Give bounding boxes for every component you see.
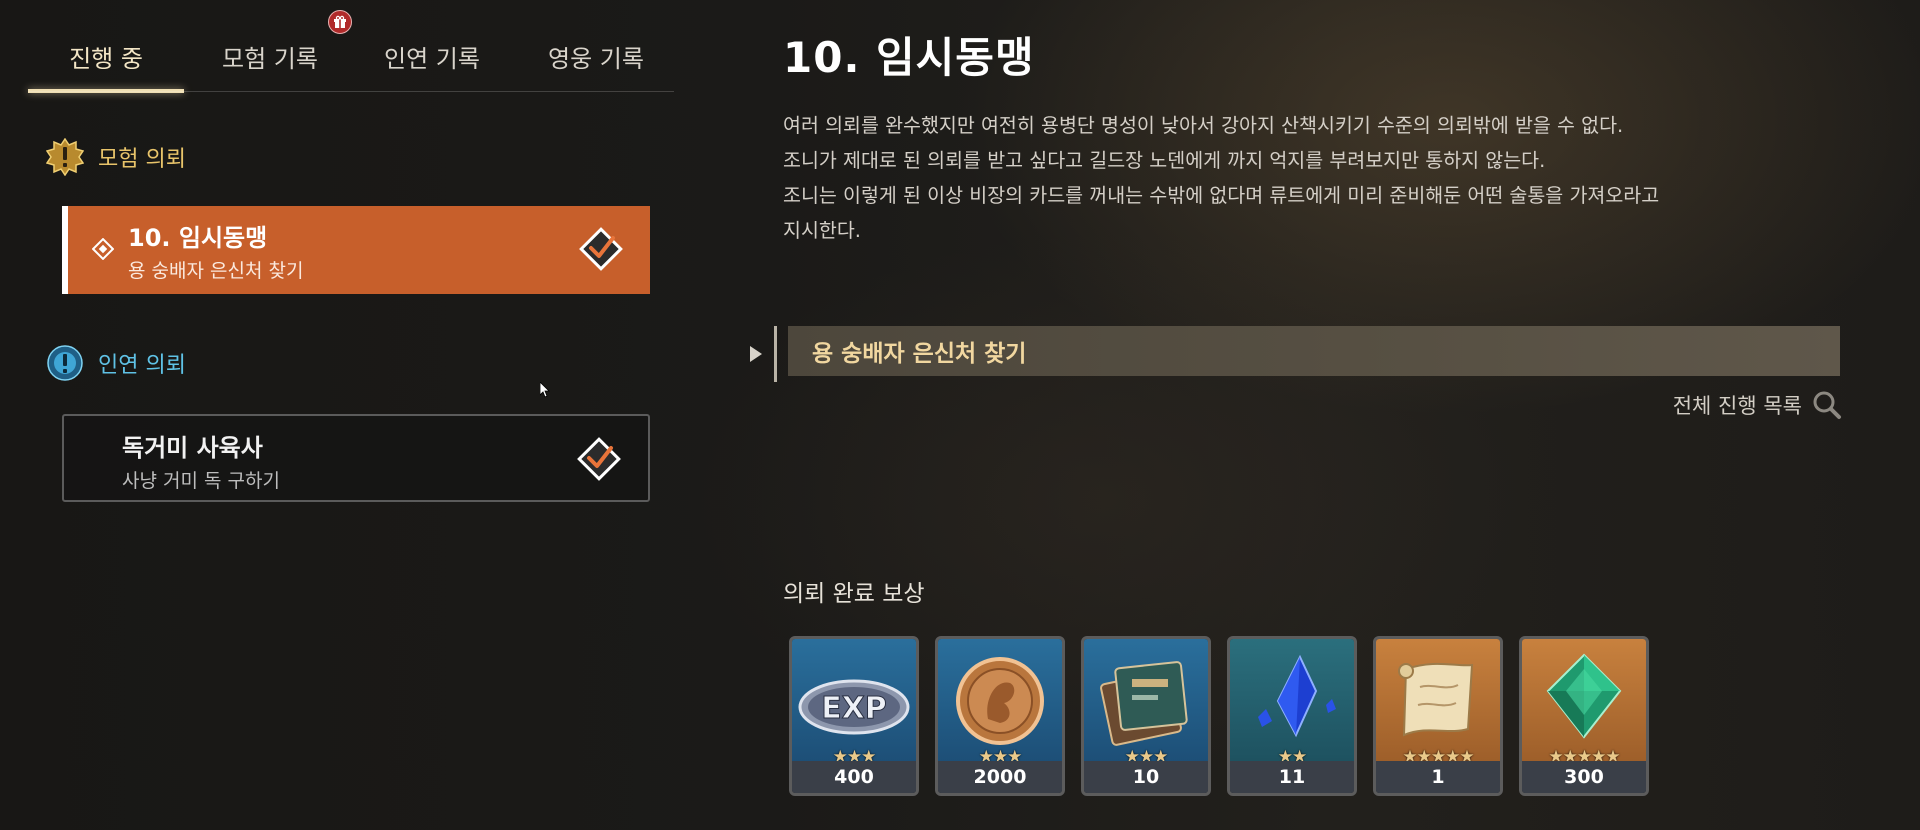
- reward-item[interactable]: ★★★★★ 300: [1519, 636, 1649, 796]
- reward-item[interactable]: ★★★ 2000: [935, 636, 1065, 796]
- adventure-alert-icon: [46, 138, 84, 176]
- tab-hero-records[interactable]: 영웅 기록: [518, 20, 674, 92]
- quest-subtitle: 사냥 거미 독 구하기: [122, 470, 280, 492]
- tab-adventure-records[interactable]: 모험 기록: [192, 20, 348, 92]
- coin-icon: [938, 639, 1062, 761]
- green-gem-icon: [1522, 639, 1646, 761]
- reward-item[interactable]: ★★ 11: [1227, 636, 1357, 796]
- rewards-heading: 의뢰 완료 보상: [783, 581, 925, 607]
- mouse-cursor-icon: [540, 382, 550, 398]
- quest-title: 10. 임시동맹: [128, 224, 268, 252]
- reward-item[interactable]: ★★★★★ 1: [1373, 636, 1503, 796]
- quest-title: 독거미 사육사: [122, 434, 263, 462]
- quest-subtitle: 용 숭배자 은신처 찾기: [128, 260, 304, 282]
- reward-item[interactable]: EXP ★★★ 400: [789, 636, 919, 796]
- bond-quest-section: 인연 의뢰: [46, 344, 186, 382]
- tabs-divider: [28, 91, 674, 92]
- play-arrow-icon: [750, 346, 762, 362]
- reward-count: 11: [1230, 761, 1354, 793]
- reward-count: 2000: [938, 761, 1062, 793]
- description-line: 조니는 이렇게 된 이상 비장의 카드를 꺼내는 수밖에 없다며 류트에게 미리…: [783, 184, 1660, 207]
- tab-label: 모험 기록: [222, 44, 318, 73]
- quest-detail-title: 10. 임시동맹: [783, 33, 1035, 82]
- objective-expand-button[interactable]: [738, 326, 777, 382]
- tab-label: 영웅 기록: [548, 44, 644, 73]
- quest-card-selected[interactable]: 10. 임시동맹 용 숭배자 은신처 찾기: [62, 206, 650, 294]
- reward-count: 300: [1522, 761, 1646, 793]
- reward-count: 400: [792, 761, 916, 793]
- full-list-label: 전체 진행 목록: [1672, 394, 1802, 418]
- quest-description: 여러 의뢰를 완수했지만 여전히 용병단 명성이 낮아서 강아지 산책시키기 수…: [783, 108, 1783, 248]
- book-icon: [1084, 639, 1208, 761]
- description-line: 지시한다.: [783, 219, 861, 242]
- section-label: 인연 의뢰: [98, 353, 186, 378]
- checkmark-icon: [577, 437, 621, 481]
- gift-icon: [328, 10, 352, 34]
- objective-label: 용 숭배자 은신처 찾기: [812, 341, 1027, 367]
- tab-bond-records[interactable]: 인연 기록: [354, 20, 510, 92]
- blue-crystal-icon: [1230, 639, 1354, 761]
- scroll-icon: [1376, 639, 1500, 761]
- svg-text:EXP: EXP: [821, 691, 887, 726]
- checkmark-icon: [579, 227, 623, 271]
- reward-count: 10: [1084, 761, 1208, 793]
- search-icon: [1813, 391, 1841, 419]
- bond-alert-icon: [46, 344, 84, 382]
- description-line: 조니가 제대로 된 의뢰를 받고 싶다고 길드장 노덴에게 까지 억지를 부려보…: [783, 149, 1546, 172]
- section-label: 모험 의뢰: [98, 147, 186, 172]
- quest-card[interactable]: 독거미 사육사 사냥 거미 독 구하기: [62, 414, 650, 502]
- tab-label: 진행 중: [69, 44, 143, 73]
- description-line: 여러 의뢰를 완수했지만 여전히 용병단 명성이 낮아서 강아지 산책시키기 수…: [783, 114, 1624, 137]
- reward-count: 1: [1376, 761, 1500, 793]
- tab-label: 인연 기록: [384, 44, 480, 73]
- objective-banner: 용 숭배자 은신처 찾기: [788, 326, 1840, 376]
- tab-in-progress[interactable]: 진행 중: [28, 20, 184, 92]
- reward-item[interactable]: ★★★ 10: [1081, 636, 1211, 796]
- exp-icon: EXP: [792, 639, 916, 761]
- quest-tabs: 진행 중 모험 기록 인연 기록 영웅 기록: [28, 10, 674, 94]
- adventure-quest-section: 모험 의뢰: [46, 138, 186, 176]
- diamond-icon: [92, 238, 114, 260]
- full-progress-list-button[interactable]: 전체 진행 목록: [1673, 390, 1842, 420]
- current-objective: 용 숭배자 은신처 찾기: [738, 326, 1840, 382]
